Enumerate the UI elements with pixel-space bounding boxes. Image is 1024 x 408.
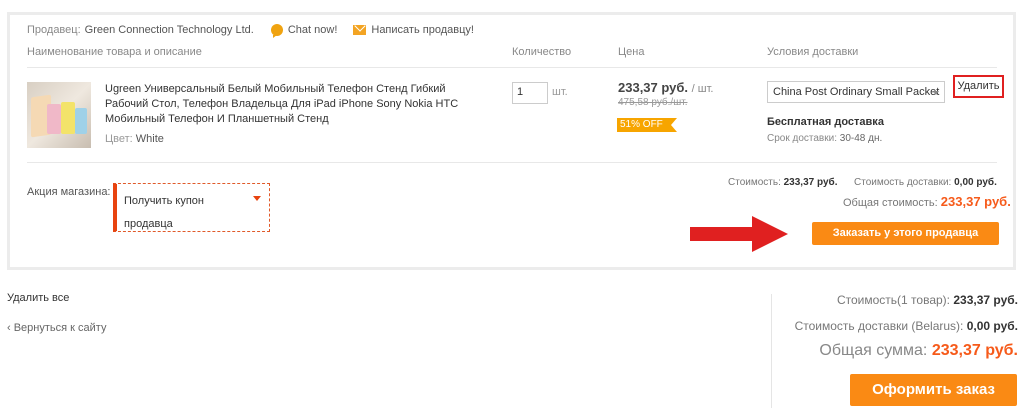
color-value: White <box>135 133 164 145</box>
items-cost-label: Стоимость(1 товар): <box>836 293 951 307</box>
quantity-unit: шт. <box>552 86 568 98</box>
divider <box>771 294 772 408</box>
grand-total: Общая сумма: 233,37 руб. <box>819 342 1018 360</box>
grand-total-value: 233,37 руб. <box>931 342 1018 359</box>
product-thumbnail[interactable] <box>27 82 91 148</box>
coupon-dropdown-label: Получить купон продавца <box>124 195 204 230</box>
column-header-price: Цена <box>618 46 645 58</box>
store-total-label: Общая стоимость: <box>843 197 938 209</box>
column-header-shipping: Условия доставки <box>767 46 859 58</box>
price-value: 233,37 руб. <box>618 80 689 95</box>
shipping-cost: Стоимость доставки (Belarus): 0,00 руб. <box>795 319 1018 333</box>
delete-item-button[interactable]: Удалить <box>953 75 1004 98</box>
chat-now-link[interactable]: Chat now! <box>288 24 338 36</box>
delivery-value: 30-48 дн. <box>839 133 883 144</box>
items-cost: Стоимость(1 товар): 233,37 руб. <box>837 293 1018 307</box>
back-to-site-link[interactable]: ‹ Вернуться к сайту <box>7 322 106 334</box>
seller-label: Продавец: <box>27 24 81 36</box>
old-price: 475,58 руб./шт. <box>618 97 688 108</box>
shipping-method-value: China Post Ordinary Small Packet <box>773 86 940 98</box>
quantity-input[interactable]: 1 <box>512 82 548 104</box>
discount-badge: 51% OFF <box>617 118 677 132</box>
order-from-seller-button[interactable]: Заказать у этого продавца <box>812 222 999 245</box>
delivery-time: Срок доставки: 30-48 дн. <box>767 133 882 144</box>
shipping-cost-label: Стоимость доставки (Belarus): <box>794 319 964 333</box>
free-shipping-label: Бесплатная доставка <box>767 116 884 128</box>
shipping-method-select[interactable]: China Post Ordinary Small Packet <box>767 81 945 103</box>
store-cost-value: 233,37 руб. <box>783 177 838 188</box>
seller-row: Продавец: Green Connection Technology Lt… <box>27 22 474 38</box>
color-label: Цвет: <box>105 133 133 145</box>
divider <box>27 67 997 68</box>
store-shipping-value: 0,00 руб. <box>954 177 997 188</box>
mail-icon[interactable] <box>353 25 367 35</box>
column-header-product: Наименование товара и описание <box>27 46 202 58</box>
grand-total-label: Общая сумма: <box>819 342 928 359</box>
shipping-cost-value: 0,00 руб. <box>966 319 1018 333</box>
store-total: Общая стоимость: 233,37 руб. <box>843 194 1011 209</box>
store-cost: Стоимость: 233,37 руб. <box>728 177 837 188</box>
store-shipping-label: Стоимость доставки: <box>854 177 952 188</box>
store-cost-label: Стоимость: <box>728 177 781 188</box>
delivery-label: Срок доставки: <box>767 133 837 144</box>
store-promo-label: Акция магазина: <box>27 186 111 198</box>
store-shipping-cost: Стоимость доставки: 0,00 руб. <box>854 177 997 188</box>
seller-name-link[interactable]: Green Connection Technology Ltd. <box>85 24 254 36</box>
store-total-value: 233,37 руб. <box>940 194 1011 209</box>
chat-icon[interactable] <box>270 24 283 38</box>
delete-all-link[interactable]: Удалить все <box>7 292 69 304</box>
red-arrow-annotation <box>690 216 788 252</box>
product-title-link[interactable]: Ugreen Универсальный Белый Мобильный Тел… <box>105 82 465 127</box>
items-cost-value: 233,37 руб. <box>953 293 1018 307</box>
divider <box>27 162 997 163</box>
message-seller-link[interactable]: Написать продавцу! <box>371 24 474 36</box>
product-color: Цвет: White <box>105 133 164 145</box>
unit-price: 233,37 руб. / шт. <box>618 80 713 95</box>
price-unit: / шт. <box>691 83 714 95</box>
chevron-down-icon <box>253 196 261 201</box>
column-header-quantity: Количество <box>512 46 572 58</box>
checkout-button[interactable]: Оформить заказ <box>850 374 1017 406</box>
chevron-down-icon <box>933 91 939 95</box>
